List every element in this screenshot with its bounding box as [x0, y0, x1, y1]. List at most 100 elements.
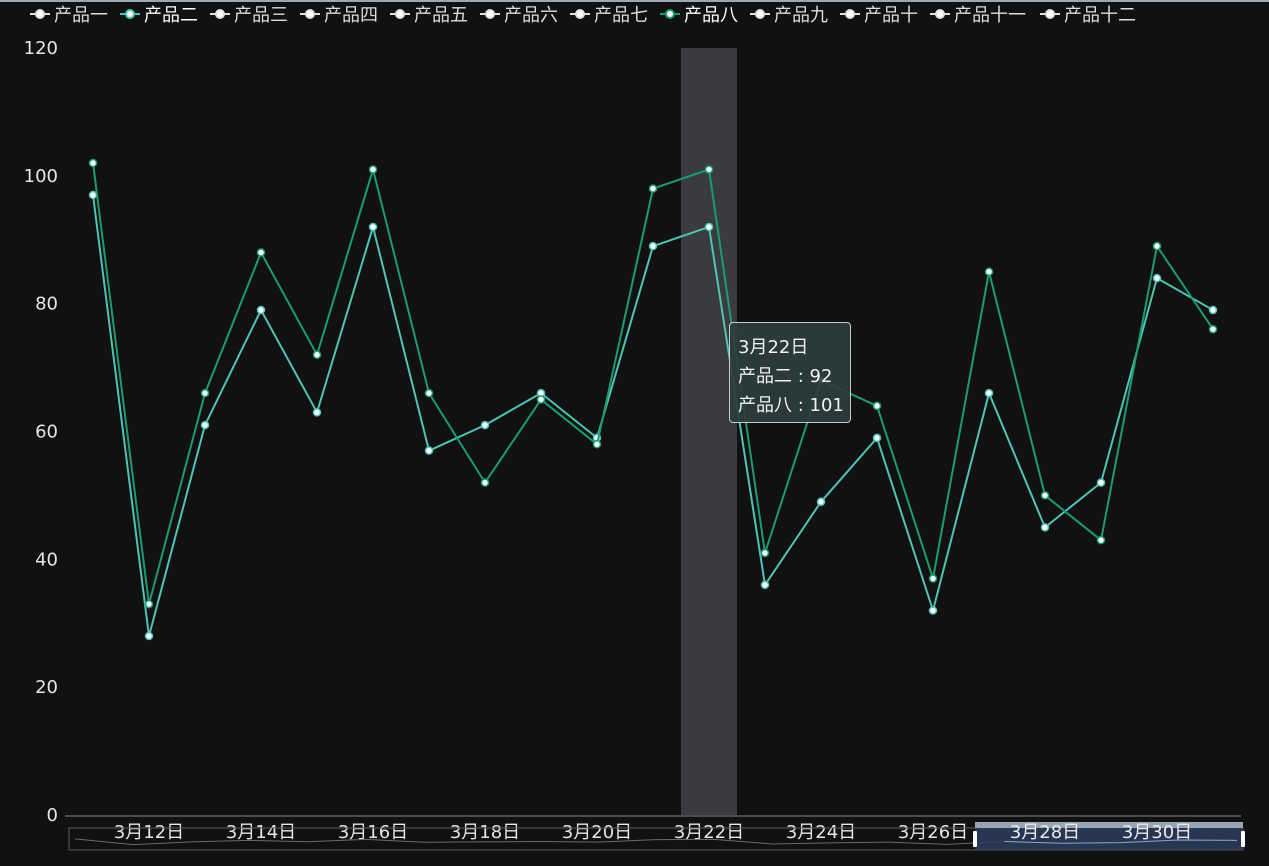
data-point[interactable]	[1208, 305, 1218, 315]
legend-dot-icon	[935, 9, 945, 19]
highlight-band	[681, 48, 737, 815]
series-layer	[88, 158, 1218, 641]
legend-dot-icon	[125, 9, 135, 19]
legend-dot-icon	[395, 9, 405, 19]
data-point[interactable]	[1040, 491, 1050, 500]
legend-label: 产品十	[864, 5, 918, 26]
series-line	[92, 194, 1214, 638]
data-point[interactable]	[256, 305, 266, 315]
data-point[interactable]	[816, 497, 826, 507]
tooltip: 3月22日 产品二 : 92 产品八 : 101	[729, 322, 851, 423]
legend-dot-icon	[845, 9, 855, 19]
data-point[interactable]	[984, 267, 994, 276]
data-point[interactable]	[1152, 273, 1162, 283]
legend-item-9[interactable]: 产品九	[750, 5, 828, 26]
legend-item-5[interactable]: 产品五	[390, 5, 468, 26]
data-point[interactable]	[984, 388, 994, 398]
data-point[interactable]	[1040, 523, 1050, 532]
legend-dot-icon	[755, 9, 765, 19]
line-chart: 产品一 产品二 产品三 产品四 产品五 产品六 产品七 产品八 产品九 产品十 产品十一 产品十二 0…	[0, 0, 1269, 866]
data-point[interactable]	[88, 158, 98, 168]
legend-dot-icon	[665, 9, 675, 19]
data-point[interactable]	[536, 395, 546, 404]
y-axis: 0 20 40 60 80 100 120	[24, 38, 58, 826]
data-point[interactable]	[928, 606, 938, 615]
legend-label: 产品四	[324, 5, 378, 26]
tooltip-line-series-8: 产品八 : 101	[738, 395, 844, 416]
y-tick-label: 80	[35, 294, 58, 315]
legend-dot-icon	[35, 9, 45, 19]
data-point[interactable]	[200, 388, 210, 398]
legend[interactable]: 产品一 产品二 产品三 产品四 产品五 产品六 产品七 产品八 产品九 产品十 产品十一 产品十二	[30, 5, 1136, 26]
data-point[interactable]	[1096, 478, 1106, 487]
data-point[interactable]	[312, 350, 322, 360]
legend-item-6[interactable]: 产品六	[480, 5, 558, 26]
data-point[interactable]	[88, 190, 98, 200]
legend-item-12[interactable]: 产品十二	[1040, 5, 1136, 26]
data-point[interactable]	[480, 478, 490, 487]
data-point[interactable]	[592, 440, 602, 449]
x-tick-label-overlay: 3月28日	[1010, 822, 1080, 843]
data-point[interactable]	[648, 184, 658, 193]
data-point[interactable]	[648, 241, 658, 251]
x-tick-label: 3月24日	[786, 822, 856, 843]
data-point[interactable]	[704, 222, 714, 232]
data-point[interactable]	[872, 433, 882, 443]
legend-label: 产品七	[594, 5, 648, 26]
data-point[interactable]	[256, 248, 266, 257]
legend-label: 产品九	[774, 5, 828, 26]
data-point[interactable]	[144, 631, 154, 641]
chart-svg: 产品一 产品二 产品三 产品四 产品五 产品六 产品七 产品八 产品九 产品十 产品十一 产品十二 0…	[0, 0, 1269, 851]
data-point[interactable]	[704, 165, 714, 174]
legend-label: 产品五	[414, 5, 468, 26]
series-line	[92, 162, 1214, 606]
data-point[interactable]	[368, 222, 378, 232]
data-point[interactable]	[760, 548, 770, 558]
x-tick-label: 3月18日	[450, 822, 520, 843]
data-point[interactable]	[872, 401, 882, 411]
legend-label: 产品六	[504, 5, 558, 26]
legend-dot-icon	[485, 9, 495, 19]
tooltip-line-series-2: 产品二 : 92	[738, 366, 833, 387]
legend-item-7[interactable]: 产品七	[570, 5, 648, 26]
data-point[interactable]	[1096, 535, 1106, 545]
legend-label: 产品十二	[1064, 5, 1136, 26]
x-tick-label-overlay: 3月30日	[1122, 822, 1192, 843]
y-tick-label: 40	[35, 549, 58, 570]
data-point[interactable]	[1208, 324, 1218, 334]
data-point[interactable]	[144, 599, 154, 609]
legend-item-2[interactable]: 产品二	[120, 5, 198, 26]
legend-item-4[interactable]: 产品四	[300, 5, 378, 26]
zoom-handle-left[interactable]	[973, 831, 977, 847]
tooltip-title: 3月22日	[738, 337, 809, 358]
data-point[interactable]	[368, 165, 378, 174]
data-point[interactable]	[424, 446, 434, 455]
x-tick-label: 3月20日	[562, 822, 632, 843]
data-point[interactable]	[312, 408, 322, 417]
legend-item-8[interactable]: 产品八	[660, 5, 738, 26]
zoom-handle-right[interactable]	[1241, 831, 1245, 847]
legend-label: 产品一	[54, 5, 108, 26]
data-point[interactable]	[480, 420, 490, 430]
data-point[interactable]	[200, 420, 210, 430]
legend-label: 产品十一	[954, 5, 1026, 26]
legend-label: 产品八	[684, 5, 738, 26]
series-2	[88, 158, 1218, 609]
data-point[interactable]	[1152, 241, 1162, 251]
data-point[interactable]	[424, 388, 434, 398]
x-tick-label: 3月12日	[114, 822, 184, 843]
y-tick-label: 100	[24, 166, 58, 187]
y-tick-label: 120	[24, 38, 58, 59]
y-tick-label: 0	[47, 805, 58, 826]
legend-item-11[interactable]: 产品十一	[930, 5, 1026, 26]
highlight-band-layer	[681, 48, 737, 815]
legend-item-10[interactable]: 产品十	[840, 5, 918, 26]
legend-item-1[interactable]: 产品一	[30, 5, 108, 26]
legend-item-3[interactable]: 产品三	[210, 5, 288, 26]
x-tick-label: 3月14日	[226, 822, 296, 843]
data-point[interactable]	[928, 574, 938, 583]
y-tick-label: 60	[35, 422, 58, 443]
data-point[interactable]	[760, 580, 770, 590]
y-tick-label: 20	[35, 677, 58, 698]
legend-label: 产品三	[234, 5, 288, 26]
